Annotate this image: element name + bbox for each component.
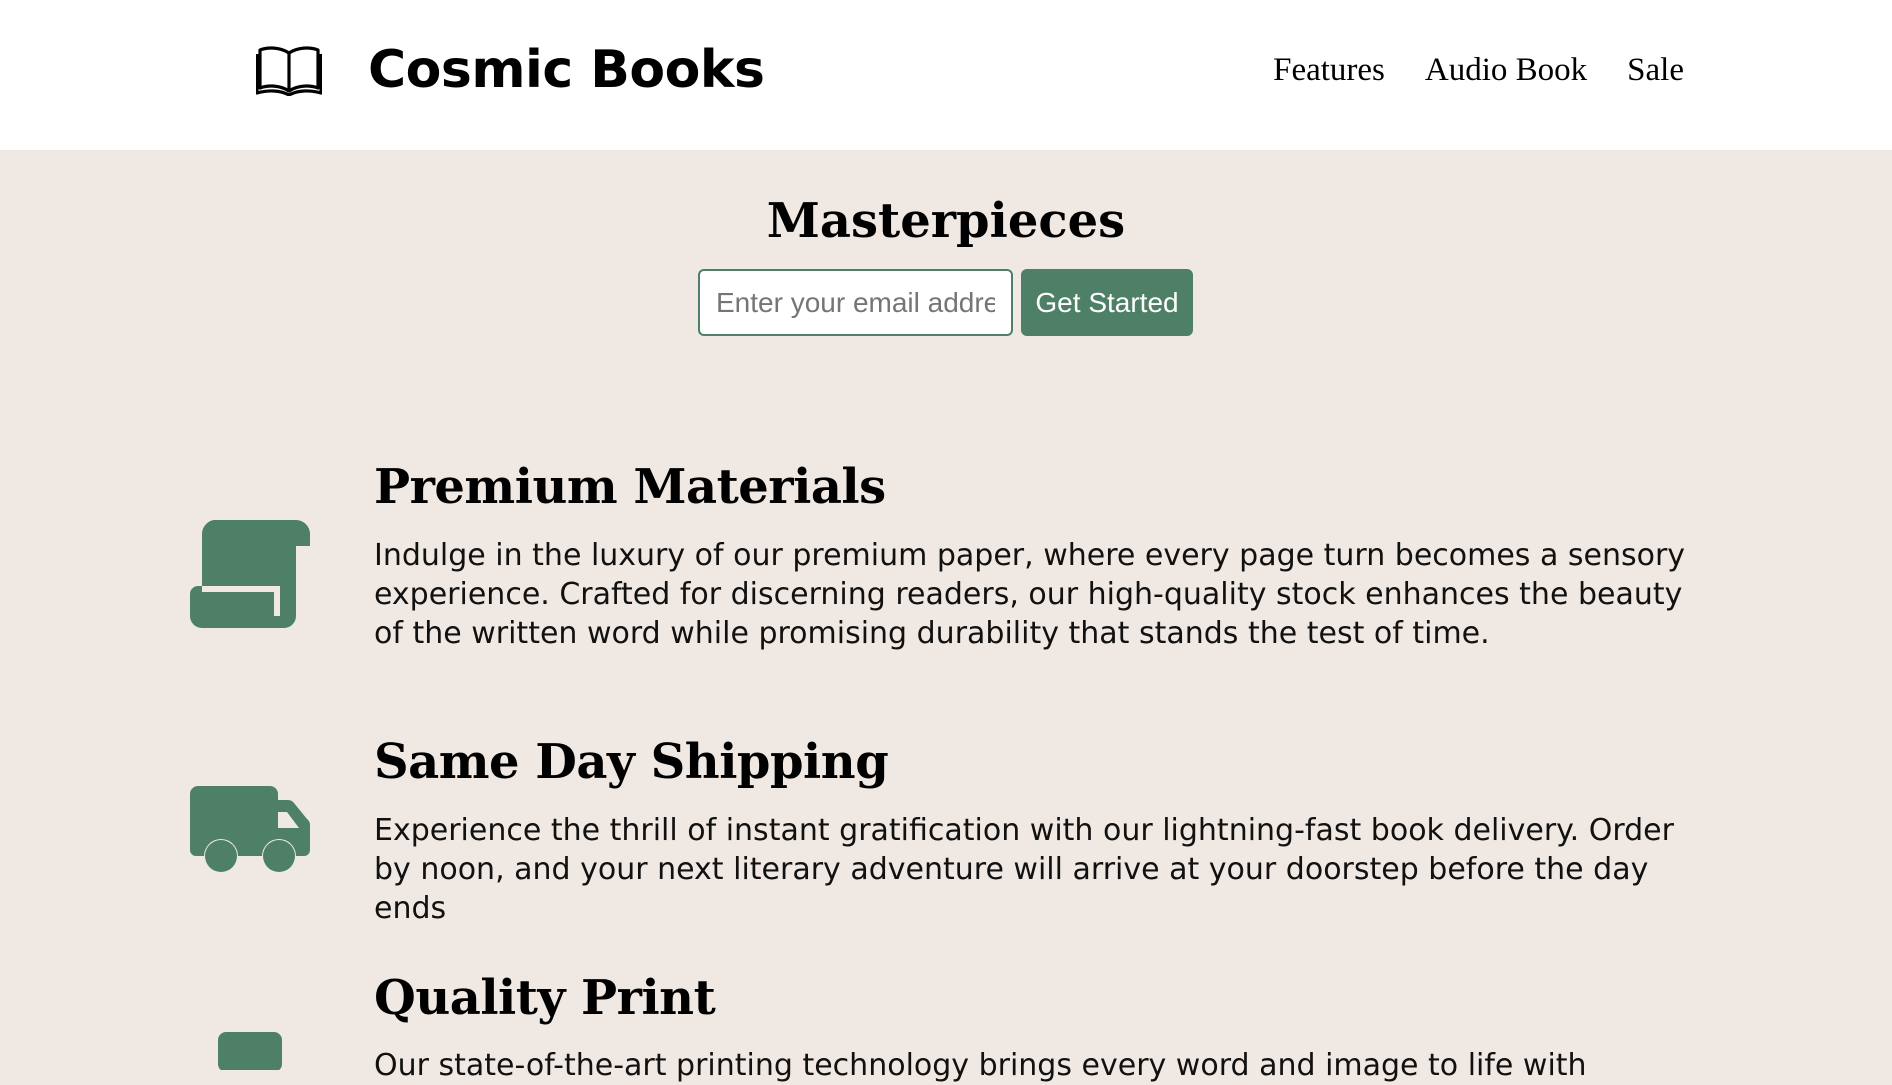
site-header: Cosmic Books Features Audio Book Sale [0,0,1892,150]
feature-title: Same Day Shipping [374,734,889,790]
open-book-icon[interactable] [256,44,322,96]
main-nav: Features Audio Book Sale [1273,48,1684,92]
feature-title: Quality Print [374,970,716,1026]
hero-title: Masterpieces [766,193,1126,249]
feature-text: Experience the thrill of instant gratifi… [374,813,1674,926]
truck-icon [190,786,310,872]
nav-link-audio-book[interactable]: Audio Book [1425,48,1587,92]
print-icon [218,1032,282,1070]
scroll-icon [190,520,310,628]
nav-link-features[interactable]: Features [1273,48,1385,92]
feature-title: Premium Materials [374,459,886,515]
get-started-button[interactable]: Get Started [1021,269,1193,336]
nav-link-sale[interactable]: Sale [1627,48,1684,92]
brand-name[interactable]: Cosmic Books [368,32,765,108]
email-input[interactable] [698,269,1013,336]
feature-text: Our state-of-the-art printing technology… [374,1048,1587,1083]
feature-text: Indulge in the luxury of our premium pap… [374,538,1686,651]
